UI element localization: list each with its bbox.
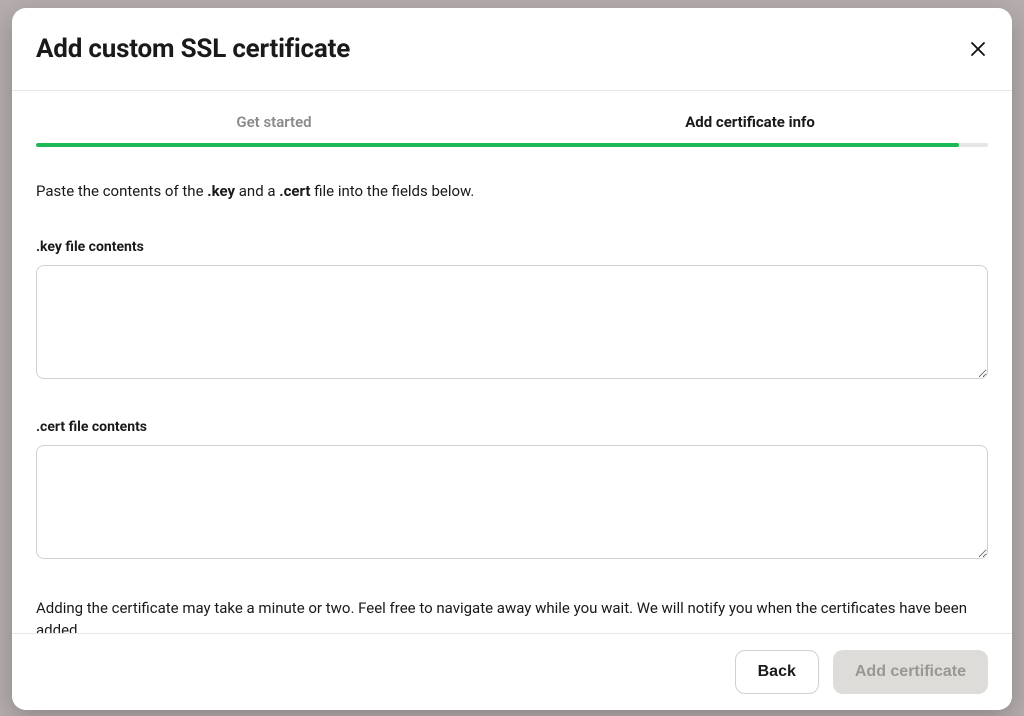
- key-file-label: .key file contents: [36, 239, 988, 255]
- instruction-cert-ext: .cert: [279, 182, 310, 200]
- key-file-textarea[interactable]: [36, 265, 988, 379]
- instruction-suffix: file into the fields below.: [310, 182, 474, 200]
- tab-get-started[interactable]: Get started: [36, 113, 512, 141]
- note-text: Adding the certificate may take a minute…: [36, 597, 988, 633]
- back-button[interactable]: Back: [735, 650, 819, 694]
- instruction-text: Paste the contents of the .key and a .ce…: [36, 181, 988, 203]
- progress-fill: [36, 143, 959, 147]
- modal-title: Add custom SSL certificate: [36, 34, 350, 64]
- modal-body: Get started Add certificate info Paste t…: [12, 91, 1012, 633]
- modal-footer: Back Add certificate: [12, 633, 1012, 710]
- stepper-tabs: Get started Add certificate info: [36, 113, 988, 141]
- cert-file-label: .cert file contents: [36, 419, 988, 435]
- cert-file-textarea[interactable]: [36, 445, 988, 559]
- close-button[interactable]: [968, 39, 988, 59]
- progress-track: [36, 143, 988, 147]
- tab-add-certificate-info[interactable]: Add certificate info: [512, 113, 988, 141]
- modal-header: Add custom SSL certificate: [12, 8, 1012, 91]
- add-certificate-button[interactable]: Add certificate: [833, 650, 988, 694]
- close-icon: [970, 41, 986, 57]
- instruction-mid: and a: [235, 182, 279, 200]
- instruction-prefix: Paste the contents of the: [36, 182, 207, 200]
- ssl-certificate-modal: Add custom SSL certificate Get started A…: [12, 8, 1012, 710]
- instruction-key-ext: .key: [207, 182, 235, 200]
